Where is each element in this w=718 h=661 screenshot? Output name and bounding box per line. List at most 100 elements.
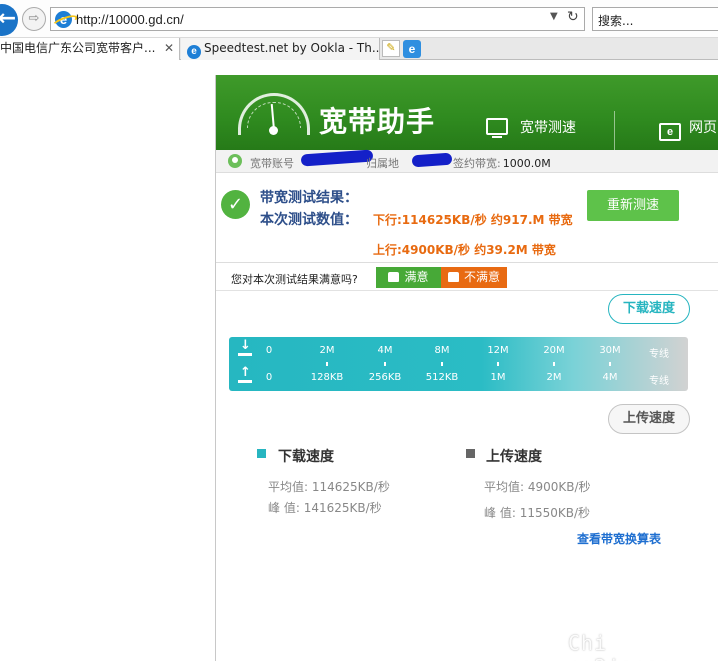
download-scale-label: 30M [599,345,621,356]
nav-label: 宽带测速 [520,120,576,136]
upload-peak: 峰 值: 11550KB/秒 [484,504,590,521]
result-value-label: 本次测试数值： [260,212,358,228]
download-scale-label: 专线 [649,349,669,360]
page-header: 宽带助手 宽带测速 e 网页 [216,75,718,150]
bandwidth-label: 签约带宽: [453,157,501,170]
download-scale-label: 20M [543,345,565,356]
result-title: 带宽测试结果： [260,190,358,206]
broadband-assistant-panel: 宽带助手 宽带测速 e 网页 宽带账号 归属地 签约带宽: 1000.0M ✓ 带宽… [215,75,718,661]
thumbs-down-icon [447,272,459,282]
upload-legend-marker [466,449,475,458]
redaction-scribble [411,152,453,168]
download-scale-label: 2M [319,345,335,356]
retest-button[interactable]: 重新测速 [587,190,679,221]
upload-scale-label: 2M [546,372,562,383]
speed-statistics: 下载速度 平均值: 114625KB/秒 峰 值: 141625KB/秒 上传速… [216,440,718,550]
nav-divider [614,111,615,150]
scale-tick [609,362,611,366]
watermark-text: Chi na2japan [568,631,671,661]
tab-bar: 中国电信广东公司宽带客户... ✕ e Speedtest.net by Ookl… [0,38,718,60]
tab-label: Speedtest.net by Ookla - Th... [204,41,380,55]
download-scale-label: 0 [265,345,273,356]
unsatisfied-button[interactable]: 不满意 [441,267,507,288]
address-bar[interactable]: e http://10000.gd.cn/ ▼ ↻ [50,7,585,31]
peak-value: 11550KB/秒 [519,506,591,520]
avg-value: 4900KB/秒 [527,480,591,494]
scale-tick [326,362,328,366]
download-legend-marker [257,449,266,458]
speed-scale: 0 2M 4M 8M 12M 20M 30M 专线 0 128KB 256KB 512KB 1M 2M 4M… [229,337,688,391]
peak-label: 峰 值: [484,506,516,520]
forward-button[interactable]: ⇨ [22,7,46,31]
scale-tick [497,362,499,366]
unsatisfied-label: 不满意 [463,270,500,284]
redaction-scribble [300,149,374,167]
new-tab-icon[interactable]: ✎ [382,40,400,57]
upload-scale-label: 0 [265,372,273,383]
nav-label: 网页 [689,120,717,136]
account-bar: 宽带账号 归属地 签约带宽: 1000.0M [216,149,718,173]
scale-tick [384,362,386,366]
bandwidth-conversion-link[interactable]: 查看带宽换算表 [577,530,661,547]
ie-icon[interactable]: e [403,40,421,58]
chevron-down-icon[interactable]: ▼ [550,11,558,22]
result-section: ✓ 带宽测试结果： 本次测试数值： 下行:114625KB/秒 约917.M 带… [216,174,718,263]
upload-scale-label: 1M [490,372,506,383]
nav-web[interactable]: e 网页 [659,117,717,141]
download-avg: 平均值: 114625KB/秒 [268,478,390,495]
download-result: 下行:114625KB/秒 约917.M 带宽 [373,213,573,227]
avg-label: 平均值: [484,480,525,494]
download-stat-title: 下载速度 [278,449,334,465]
upload-scale-label: 512KB [425,372,459,383]
back-button[interactable]: ← [0,4,18,36]
upload-stat-title: 上传速度 [486,449,542,465]
scale-tick [441,362,443,366]
avg-label: 平均值: [268,480,309,494]
address-url: http://10000.gd.cn/ [76,12,184,27]
upload-scale-label: 256KB [368,372,402,383]
page-title: 宽带助手 [319,105,436,138]
account-label: 宽带账号 [250,157,294,170]
upload-avg: 平均值: 4900KB/秒 [484,478,591,495]
upload-result: 上行:4900KB/秒 约39.2M 带宽 [373,243,556,257]
thumbs-up-icon [388,272,400,282]
download-scale-label: 4M [377,345,393,356]
bandwidth-info: 签约带宽: 1000.0M [453,155,551,171]
close-icon[interactable]: ✕ [164,38,174,59]
ie-icon: e [55,11,72,28]
upload-scale-label: 4M [602,372,618,383]
satisfied-button[interactable]: 满意 [376,267,441,288]
tab-label: 中国电信广东公司宽带客户... [0,41,156,55]
checkmark-icon: ✓ [221,190,250,219]
satisfied-label: 满意 [404,270,429,284]
user-icon [228,154,242,168]
peak-label: 峰 值: [268,501,300,515]
avg-value: 114625KB/秒 [311,480,390,494]
browser-icon: e [659,123,681,141]
speedometer-icon [238,93,310,135]
download-scale-label: 12M [487,345,509,356]
tab-10000[interactable]: 中国电信广东公司宽带客户... ✕ [0,38,180,60]
tab-speedtest[interactable]: e Speedtest.net by Ookla - Th... [181,38,380,60]
download-speed-bubble: 下载速度 [608,294,690,324]
upload-icon [238,365,252,383]
ie-icon: e [187,45,201,59]
refresh-icon[interactable]: ↻ [567,9,579,25]
location-label: 归属地 [366,157,399,170]
bandwidth-value: 1000.0M [502,157,551,170]
peak-value: 141625KB/秒 [303,501,382,515]
scale-tick [553,362,555,366]
browser-address-row: ← ⇨ e http://10000.gd.cn/ ▼ ↻ 搜索... [0,0,718,38]
search-input[interactable]: 搜索... [592,7,718,31]
satisfaction-survey: 您对本次测试结果满意吗? 满意 不满意 [216,264,718,291]
download-peak: 峰 值: 141625KB/秒 [268,499,382,516]
monitor-icon [486,118,508,138]
upload-scale-label: 128KB [310,372,344,383]
upload-scale-label: 专线 [649,376,669,387]
survey-question: 您对本次测试结果满意吗? [231,273,358,286]
search-placeholder: 搜索... [598,14,634,28]
upload-speed-bubble: 上传速度 [608,404,690,434]
download-scale-label: 8M [434,345,450,356]
download-icon [238,338,252,356]
nav-speed-test[interactable]: 宽带测速 [486,117,576,138]
